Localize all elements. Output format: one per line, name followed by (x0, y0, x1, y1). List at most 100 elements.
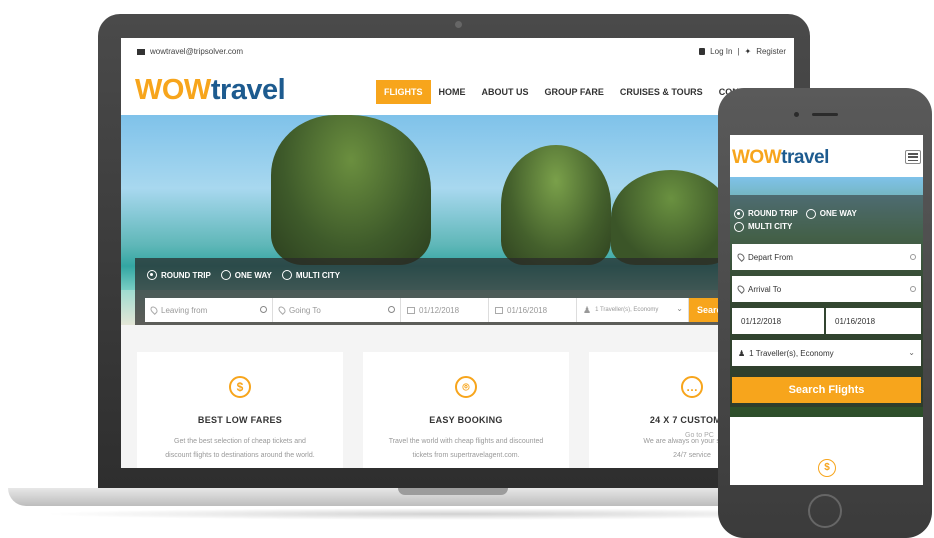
depart-date-input[interactable]: 01/12/2018 (401, 298, 489, 322)
device-mockup-stage: wowtravel@tripsolver.com Log In | ✦ Regi… (0, 0, 934, 538)
map-pin-icon (736, 284, 746, 294)
trip-type-options: ROUND TRIP ONE WAY MULTI CITY (147, 270, 340, 280)
laptop-screen: wowtravel@tripsolver.com Log In | ✦ Regi… (121, 38, 794, 468)
login-link[interactable]: Log In (710, 47, 732, 56)
chevron-down-icon: ⌄ (676, 304, 683, 313)
mobile-radio-multi-city[interactable]: MULTI CITY (734, 220, 792, 233)
hero-banner: ROUND TRIP ONE WAY MULTI CITY Leaving fr… (121, 115, 794, 325)
logo-wow: WOW (135, 74, 211, 106)
register-icon: ✦ (744, 47, 752, 56)
depart-from-input[interactable]: Depart From (732, 244, 921, 270)
hero-rock-middle (501, 145, 611, 265)
dollar-icon: $ (818, 459, 836, 477)
mobile-return-date-input[interactable]: 01/16/2018 (826, 308, 921, 334)
radio-label: ROUND TRIP (161, 270, 211, 280)
features-section: $ BEST LOW FARES Get the best selection … (121, 325, 794, 468)
radio-label: MULTI CITY (748, 222, 793, 231)
calendar-icon (495, 306, 503, 314)
leaving-from-input[interactable]: Leaving from (145, 298, 273, 322)
laptop-base-notch (398, 488, 508, 495)
mobile-radio-round-trip[interactable]: ROUND TRIP (734, 207, 798, 220)
contact-email[interactable]: wowtravel@tripsolver.com (137, 47, 243, 56)
hero-rock-left (271, 115, 431, 265)
phone-camera (794, 112, 799, 117)
feature-desc-line: Get the best selection of cheap tickets … (174, 438, 306, 445)
feature-desc-line: tickets from supertravelagent.com. (412, 452, 520, 459)
search-flights-button[interactable]: Search Flights (732, 377, 921, 403)
going-to-input[interactable]: Going To (273, 298, 401, 322)
radio-label: ONE WAY (819, 209, 857, 218)
radio-multi-city[interactable]: MULTI CITY (281, 270, 340, 280)
lock-icon (699, 48, 706, 55)
feature-card-low-fares: $ BEST LOW FARES Get the best selection … (137, 352, 343, 468)
locate-icon[interactable] (910, 286, 916, 292)
map-pin-icon (277, 305, 287, 315)
auth-links: Log In | ✦ Register (699, 47, 786, 56)
hero-rock-right (611, 170, 731, 265)
nav-item-flights[interactable]: FLIGHTS (376, 80, 431, 104)
envelope-icon (137, 48, 145, 55)
logo-travel: travel (210, 74, 286, 106)
input-placeholder: Depart From (748, 252, 793, 262)
flight-search-panel: ROUND TRIP ONE WAY MULTI CITY Leaving fr… (135, 258, 736, 325)
radio-empty-icon (220, 270, 231, 280)
logo-travel: travel (781, 147, 829, 168)
chat-bubble-icon: … (681, 376, 703, 398)
mobile-trip-type-options: ROUND TRIP ONE WAY MULTI CITY (734, 207, 857, 233)
register-link[interactable]: Register (756, 47, 786, 56)
nav-item-cruises-tours[interactable]: CRUISES & TOURS (612, 80, 711, 104)
feature-card-easy-booking: ⌾ EASY BOOKING Travel the world with che… (363, 352, 569, 468)
radio-selected-icon (147, 270, 157, 280)
date-value: 01/12/2018 (741, 316, 782, 326)
feature-title: BEST LOW FARES (197, 415, 283, 425)
dollar-icon: $ (229, 376, 251, 398)
mobile-site-logo[interactable]: WOWtravel (732, 147, 829, 169)
locate-icon[interactable] (388, 306, 395, 313)
mobile-depart-date-input[interactable]: 01/12/2018 (732, 308, 824, 334)
date-value: 01/12/2018 (419, 305, 460, 315)
nav-item-about-us[interactable]: ABOUT US (474, 80, 537, 104)
person-icon: ♟ (583, 304, 592, 315)
feature-title: EASY BOOKING (429, 415, 503, 425)
phone-speaker (812, 113, 838, 116)
locate-icon[interactable] (910, 254, 916, 260)
mobile-travellers-select[interactable]: ♟ 1 Traveller(s), Economy ⌄ (732, 340, 921, 366)
input-placeholder: Arrival To (748, 284, 782, 294)
search-fields: Leaving from Going To 01/12/2018 01/16/2… (145, 298, 736, 322)
email-text: wowtravel@tripsolver.com (150, 47, 244, 56)
radio-selected-icon (734, 208, 744, 219)
feature-desc-line: discount flights to destinations around … (165, 452, 315, 459)
person-icon: ♟ (738, 348, 746, 358)
feature-description: Travel the world with cheap flights and … (363, 435, 569, 463)
chevron-down-icon: ⌄ (908, 348, 915, 357)
map-pin-icon: ⌾ (455, 376, 477, 398)
radio-empty-icon (734, 221, 744, 232)
date-value: 01/16/2018 (835, 316, 876, 326)
nav-item-home[interactable]: HOME (431, 80, 474, 104)
select-value: 1 Traveller(s), Economy (595, 307, 659, 313)
select-value: 1 Traveller(s), Economy (749, 348, 834, 358)
radio-round-trip[interactable]: ROUND TRIP (147, 270, 211, 280)
input-placeholder: Leaving from (161, 305, 208, 315)
feature-description: Get the best selection of cheap tickets … (137, 435, 343, 463)
nav-item-group-fare[interactable]: GROUP FARE (537, 80, 612, 104)
site-logo[interactable]: WOWtravel (135, 74, 286, 107)
input-placeholder: Going To (289, 305, 321, 315)
phone-home-button[interactable] (808, 494, 842, 528)
arrival-to-input[interactable]: Arrival To (732, 276, 921, 302)
auth-separator: | (737, 47, 740, 56)
locate-icon[interactable] (260, 306, 267, 313)
mobile-radio-one-way[interactable]: ONE WAY (805, 207, 857, 220)
return-date-input[interactable]: 01/16/2018 (489, 298, 577, 322)
radio-label: ROUND TRIP (748, 209, 798, 218)
map-pin-icon (149, 305, 159, 315)
travellers-select[interactable]: ♟ 1 Traveller(s), Economy ⌄ (577, 298, 689, 322)
map-pin-icon (736, 252, 746, 262)
top-bar: wowtravel@tripsolver.com Log In | ✦ Regi… (121, 38, 794, 64)
radio-one-way[interactable]: ONE WAY (220, 270, 272, 280)
calendar-icon (407, 306, 415, 314)
radio-empty-icon (805, 208, 816, 219)
radio-empty-icon (281, 270, 292, 280)
radio-label: ONE WAY (234, 270, 272, 280)
hamburger-menu-icon[interactable] (905, 150, 921, 164)
